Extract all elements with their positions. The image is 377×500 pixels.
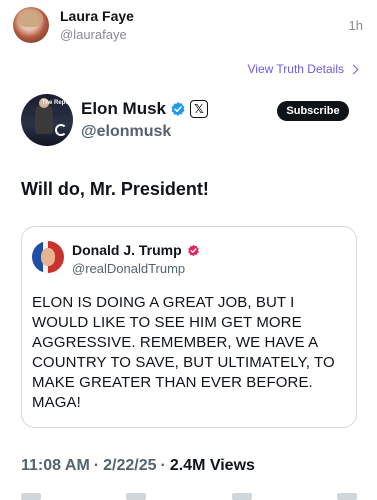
action-bar-cutoff: [21, 493, 357, 500]
truth-post-header: Laura Faye @laurafaye 1h: [0, 0, 377, 52]
meta-separator: ·: [160, 457, 166, 474]
x-author-handle: @elonmusk: [81, 123, 172, 140]
view-count: 2.4M Views: [169, 457, 255, 474]
author-handle[interactable]: @laurafaye: [60, 27, 127, 42]
avatar[interactable]: [13, 7, 49, 43]
x-post-text: Will do, Mr. President!: [21, 179, 209, 199]
repost-icon[interactable]: [126, 493, 147, 500]
c-logo-icon: [55, 124, 67, 136]
avatar-tag: The Repo: [41, 100, 69, 106]
quoted-body: ELON IS DOING A GREAT JOB, BUT I WOULD L…: [32, 294, 335, 411]
view-truth-details-label: View Truth Details: [247, 62, 345, 76]
quoted-author-handle: @realDonaldTrump: [72, 261, 186, 276]
reply-icon[interactable]: [21, 493, 41, 500]
quoted-author-row: Donald J. Trump: [72, 242, 200, 258]
post-meta: 11:08 AM · 2/22/25 · 2.4M Views: [21, 457, 255, 475]
share-icon[interactable]: [336, 493, 357, 500]
x-logo-icon: 𝕏: [190, 100, 209, 118]
quoted-truth-card[interactable]: Donald J. Trump @realDonaldTrump ELON IS…: [21, 226, 357, 428]
view-truth-details-link[interactable]: View Truth Details: [247, 62, 359, 76]
post-time: 1h: [348, 18, 363, 33]
post-time: 11:08 AM: [21, 457, 90, 474]
author-name[interactable]: Laura Faye: [60, 8, 134, 24]
verified-badge-icon: [171, 102, 185, 116]
meta-separator: ·: [93, 457, 100, 474]
quoted-author-name: Donald J. Trump: [72, 242, 182, 258]
x-author-row: Elon Musk 𝕏: [81, 99, 209, 119]
like-icon[interactable]: [231, 493, 252, 500]
post-date: 2/22/25: [103, 457, 157, 474]
x-avatar: The Repo: [21, 94, 73, 146]
subscribe-button[interactable]: Subscribe: [277, 101, 349, 121]
quoted-avatar: [32, 241, 64, 273]
x-author-name: Elon Musk: [81, 99, 167, 118]
truth-verified-icon: [187, 244, 199, 256]
avatar-figure: [35, 98, 53, 134]
chevron-right-icon: [348, 64, 359, 75]
